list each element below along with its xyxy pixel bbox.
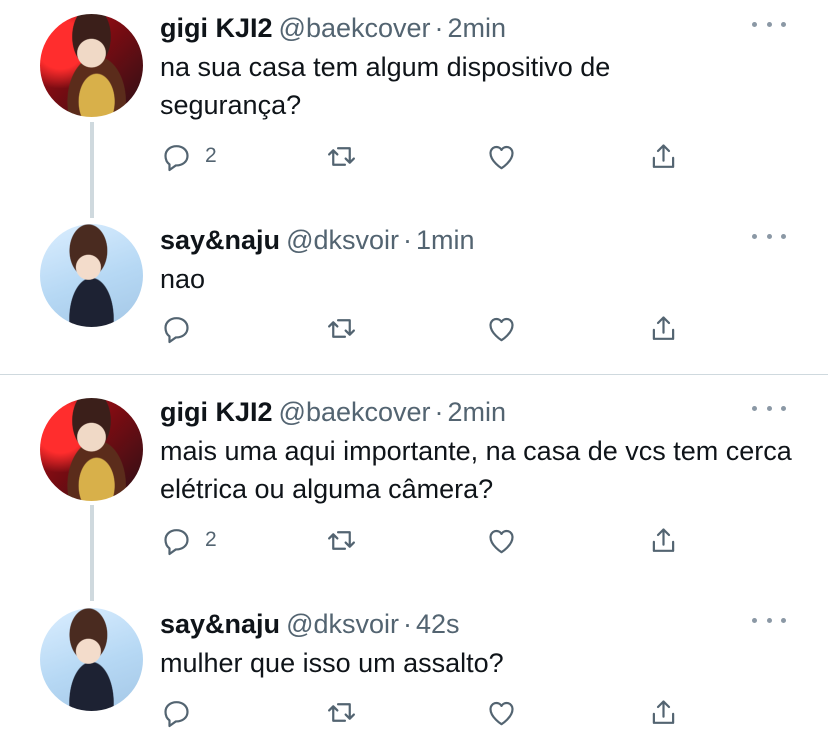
share-button[interactable] — [647, 310, 680, 346]
reply-count: 2 — [205, 528, 217, 551]
retweet-icon — [328, 530, 355, 550]
reply-icon — [164, 316, 189, 343]
heart-icon — [489, 145, 514, 169]
tweet-text: mais uma aqui importante, na casa de vcs… — [160, 436, 792, 504]
display-name[interactable]: gigi KJI2 — [160, 397, 273, 427]
share-icon — [652, 143, 675, 168]
avatar[interactable] — [40, 398, 143, 501]
heart-icon — [489, 529, 514, 553]
tweet-text: mulher que isso um assalto? — [160, 648, 504, 678]
reply-button[interactable]: 2 — [160, 522, 217, 558]
separator: · — [403, 225, 412, 255]
tweet-text: nao — [160, 264, 206, 294]
like-button[interactable] — [485, 138, 518, 174]
more-icon[interactable] — [752, 610, 786, 630]
reply-count: 2 — [205, 144, 217, 167]
more-icon[interactable] — [752, 14, 786, 34]
tweet-header: say&naju @dksvoir · 1min — [160, 224, 475, 256]
handle[interactable]: @dksvoir — [286, 225, 399, 255]
tweet-actions: 2 — [160, 522, 700, 558]
thread-divider — [0, 374, 828, 375]
separator: · — [434, 13, 444, 43]
separator: · — [434, 397, 444, 427]
handle[interactable]: @baekcover — [279, 397, 431, 427]
tweet[interactable]: gigi KJI2 @baekcover · 2min na sua casa tem… — [0, 0, 828, 200]
retweet-icon — [328, 702, 355, 722]
reply-button[interactable] — [160, 694, 193, 730]
tweet[interactable]: say&naju @dksvoir · 1min nao — [0, 212, 828, 372]
share-button[interactable] — [647, 138, 680, 174]
display-name[interactable]: say&naju — [160, 225, 280, 255]
reply-icon — [164, 528, 189, 555]
more-icon[interactable] — [752, 398, 786, 418]
tweet-actions — [160, 694, 700, 730]
reply-button[interactable]: 2 — [160, 138, 217, 174]
avatar[interactable] — [40, 14, 143, 117]
heart-icon — [489, 317, 514, 341]
tweet-header: gigi KJI2 @baekcover · 2min — [160, 396, 506, 428]
share-icon — [652, 699, 675, 724]
like-button[interactable] — [485, 694, 518, 730]
display-name[interactable]: gigi KJI2 — [160, 13, 273, 43]
display-name[interactable]: say&naju — [160, 609, 280, 639]
share-icon — [652, 527, 675, 552]
reply-icon — [164, 700, 189, 727]
retweet-button[interactable] — [325, 522, 358, 558]
timestamp[interactable]: 2min — [448, 13, 507, 43]
timestamp[interactable]: 1min — [416, 225, 475, 255]
like-button[interactable] — [485, 310, 518, 346]
share-icon — [652, 315, 675, 340]
avatar[interactable] — [40, 608, 143, 711]
tweet[interactable]: gigi KJI2 @baekcover · 2min mais uma aqui i… — [0, 384, 828, 584]
retweet-button[interactable] — [325, 310, 358, 346]
timestamp[interactable]: 2min — [448, 397, 507, 427]
tweet-header: say&naju @dksvoir · 42s — [160, 608, 460, 640]
retweet-icon — [328, 318, 355, 338]
like-button[interactable] — [485, 522, 518, 558]
tweet-header: gigi KJI2 @baekcover · 2min — [160, 12, 506, 44]
heart-icon — [489, 701, 514, 725]
retweet-icon — [328, 146, 355, 166]
tweet-text: na sua casa tem algum dispositivo de seg… — [160, 52, 611, 120]
tweet-actions — [160, 310, 700, 346]
reply-icon — [164, 144, 189, 171]
separator: · — [403, 609, 412, 639]
more-icon[interactable] — [752, 226, 786, 246]
tweet[interactable]: say&naju @dksvoir · 42s mulher que isso um … — [0, 596, 828, 751]
timestamp[interactable]: 42s — [416, 609, 460, 639]
tweet-actions: 2 — [160, 138, 700, 174]
share-button[interactable] — [647, 522, 680, 558]
avatar[interactable] — [40, 224, 143, 327]
retweet-button[interactable] — [325, 694, 358, 730]
retweet-button[interactable] — [325, 138, 358, 174]
share-button[interactable] — [647, 694, 680, 730]
handle[interactable]: @baekcover — [279, 13, 431, 43]
reply-button[interactable] — [160, 310, 193, 346]
handle[interactable]: @dksvoir — [286, 609, 399, 639]
